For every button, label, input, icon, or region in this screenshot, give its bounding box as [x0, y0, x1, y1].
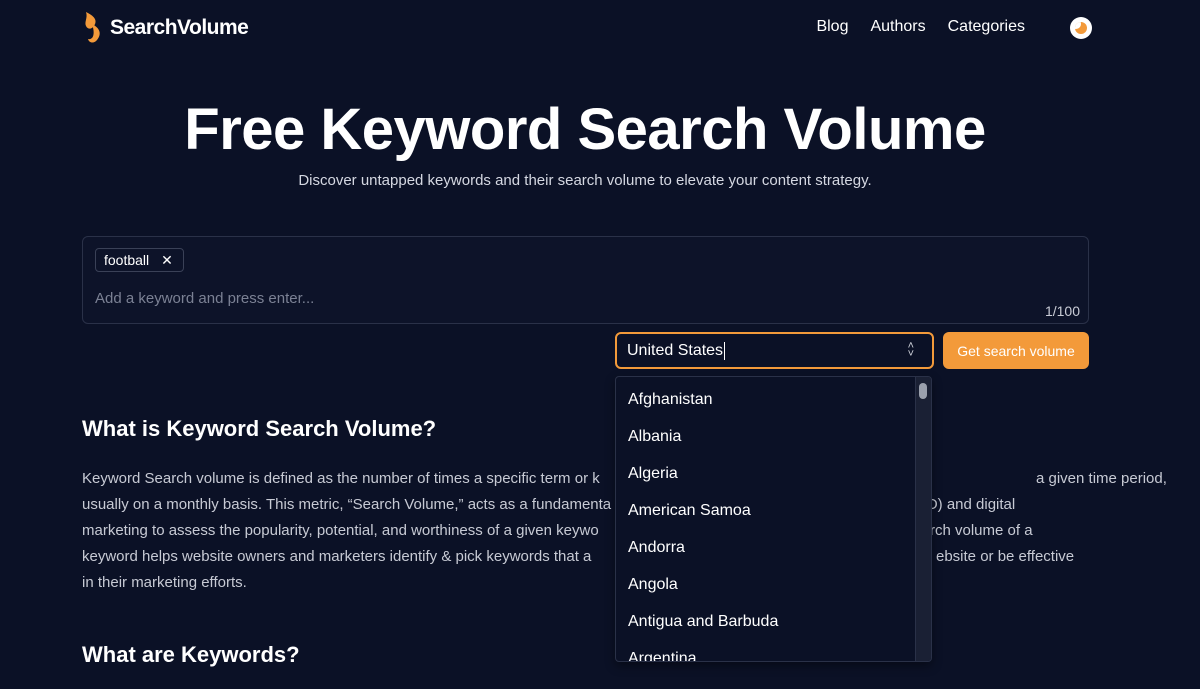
- site-header: SearchVolume Blog Authors Categories: [0, 0, 1200, 56]
- keyword-input[interactable]: [95, 287, 795, 309]
- nav-authors[interactable]: Authors: [870, 18, 925, 36]
- paragraph-line: marketing to assess the popularity, pote…: [82, 522, 599, 539]
- paragraph-line-end: O) and digital: [926, 496, 1016, 513]
- country-dropdown[interactable]: Afghanistan Albania Algeria American Sam…: [615, 376, 932, 662]
- get-search-volume-button[interactable]: Get search volume: [943, 332, 1089, 369]
- paragraph-line-end: rch volume of a: [930, 522, 1033, 539]
- country-select[interactable]: United States ˄ ˅: [615, 332, 934, 369]
- keyword-counter: 1/100: [1044, 303, 1080, 319]
- paragraph-line: usually on a monthly basis. This metric,…: [82, 496, 612, 513]
- text-caret: [724, 341, 726, 360]
- paragraph-line: Keyword Search volume is defined as the …: [82, 470, 600, 487]
- section-title-what-are-keywords: What are Keywords?: [82, 642, 300, 667]
- dropdown-scrollbar[interactable]: [915, 377, 931, 661]
- brand-name: SearchVolume: [110, 16, 249, 39]
- country-option[interactable]: Antigua and Barbuda: [616, 610, 931, 647]
- country-option[interactable]: Afghanistan: [616, 388, 931, 425]
- flame-logo-icon: [85, 12, 100, 43]
- main-nav: Blog Authors Categories: [816, 18, 1025, 36]
- chevron-up-down-icon: ˄ ˅: [907, 340, 914, 360]
- section-title-keyword-search-volume: What is Keyword Search Volume?: [82, 416, 437, 441]
- nav-categories[interactable]: Categories: [948, 18, 1025, 36]
- page-subtitle: Discover untapped keywords and their sea…: [298, 172, 872, 189]
- keyword-input-box[interactable]: football ✕ 1/100: [82, 236, 1089, 324]
- country-option[interactable]: Algeria: [616, 462, 931, 499]
- keyword-chip-label: football: [104, 252, 150, 268]
- page-title: Free Keyword Search Volume: [184, 97, 986, 162]
- section-paragraph: Keyword Search volume is defined as the …: [82, 466, 1167, 596]
- moon-icon: [1075, 22, 1087, 34]
- country-select-value: United States: [627, 341, 724, 359]
- country-option[interactable]: Angola: [616, 573, 931, 610]
- scrollbar-thumb[interactable]: [919, 383, 927, 399]
- brand-logo[interactable]: SearchVolume: [82, 10, 249, 46]
- country-list: Afghanistan Albania Algeria American Sam…: [616, 377, 931, 661]
- paragraph-line-end: ebsite or be effective: [936, 548, 1075, 565]
- paragraph-line: in their marketing efforts.: [82, 574, 247, 591]
- country-option[interactable]: Argentina: [616, 647, 931, 661]
- paragraph-line-end: a given time period,: [1036, 470, 1167, 487]
- country-option[interactable]: Andorra: [616, 536, 931, 573]
- close-icon[interactable]: ✕: [161, 252, 173, 269]
- theme-toggle-button[interactable]: [1070, 17, 1092, 39]
- nav-blog[interactable]: Blog: [816, 18, 848, 36]
- keyword-chip: football ✕: [95, 248, 184, 272]
- country-option[interactable]: Albania: [616, 425, 931, 462]
- paragraph-line: keyword helps website owners and markete…: [82, 548, 592, 565]
- country-option[interactable]: American Samoa: [616, 499, 931, 536]
